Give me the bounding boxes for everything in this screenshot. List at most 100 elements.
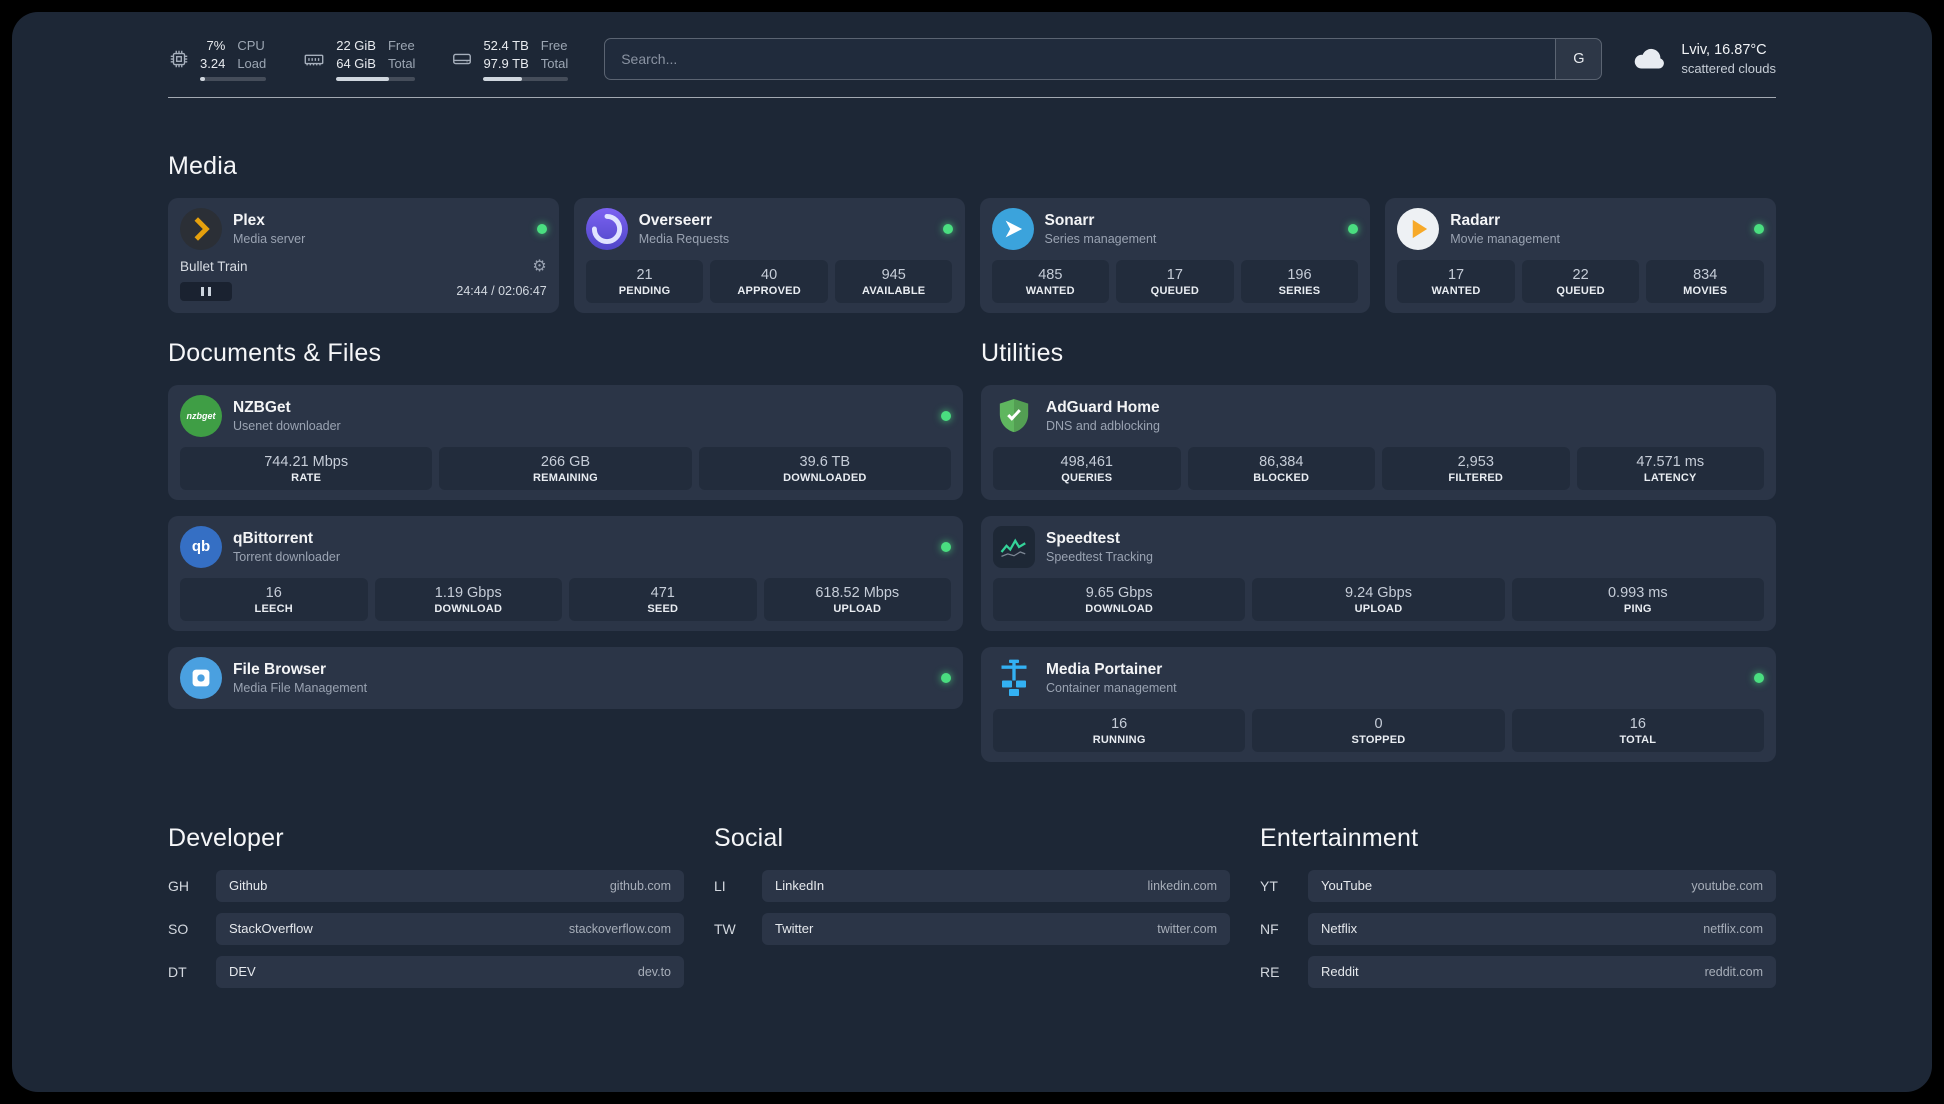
stat-label: RUNNING xyxy=(1092,733,1146,746)
app-name: qBittorrent xyxy=(233,529,314,547)
stat-value: 2,953 xyxy=(1457,453,1494,470)
stat-label: UPLOAD xyxy=(833,602,882,615)
app-subtitle: Movie management xyxy=(1450,231,1561,246)
stat-value: 1.19 Gbps xyxy=(434,584,502,601)
bookmark-abbr: GH xyxy=(168,877,189,894)
card-plex: Plex Media server Bullet Train ⚙ 24:44 /… xyxy=(168,197,559,313)
gear-icon[interactable]: ⚙ xyxy=(532,258,546,275)
stat-value: 744.21 Mbps xyxy=(264,453,349,470)
app-subtitle: Usenet downloader xyxy=(233,418,341,433)
cpu-load-label: Load xyxy=(237,55,267,71)
app-link-overseerr[interactable]: Overseerr Media Requests xyxy=(585,207,953,250)
bookmark-row: LI LinkedIn linkedin.com xyxy=(714,869,1230,902)
bookmark-domain: twitter.com xyxy=(1157,921,1217,936)
disk-icon xyxy=(451,48,473,70)
stat-value: 834 xyxy=(1693,266,1718,283)
bookmark-abbr: RE xyxy=(1260,963,1280,980)
filebrowser-icon xyxy=(180,656,222,699)
stat-tile: 0 STOPPED xyxy=(1252,708,1505,752)
card-nzbget: nzbget NZBGet Usenet downloader 744.21 M… xyxy=(168,384,963,500)
bookmark-domain: github.com xyxy=(609,878,671,893)
stat-label: PENDING xyxy=(618,284,671,297)
bookmark-link-twitter[interactable]: Twitter twitter.com xyxy=(762,912,1230,945)
stat-label: APPROVED xyxy=(737,284,801,297)
bookmark-link-stackoverflow[interactable]: StackOverflow stackoverflow.com xyxy=(216,912,684,945)
app-subtitle: DNS and adblocking xyxy=(1046,418,1160,433)
stat-label: DOWNLOAD xyxy=(1085,602,1154,615)
stat-tile: 945 AVAILABLE xyxy=(834,259,953,303)
bookmark-name: Twitter xyxy=(775,921,814,937)
app-link-speedtest[interactable]: Speedtest Speedtest Tracking xyxy=(993,525,1764,568)
app-subtitle: Media server xyxy=(233,231,306,246)
documents-column: Documents & Files nzbget NZBGet Usenet d… xyxy=(168,339,963,762)
stat-label: LATENCY xyxy=(1643,471,1697,484)
qbittorrent-icon: qb xyxy=(180,525,222,568)
bookmark-link-github[interactable]: Github github.com xyxy=(216,869,684,902)
bookmark-domain: dev.to xyxy=(637,964,671,979)
disk-total-label: Total xyxy=(540,55,569,71)
stat-value: 17 xyxy=(1447,266,1465,283)
stats-row: 744.21 Mbps RATE 266 GB REMAINING 39.6 T… xyxy=(180,446,951,490)
bookmark-link-dev[interactable]: DEV dev.to xyxy=(216,955,684,988)
card-filebrowser: File Browser Media File Management xyxy=(168,646,963,709)
stat-value: 86,384 xyxy=(1259,453,1304,470)
status-dot xyxy=(1348,223,1359,234)
stat-value: 618.52 Mbps xyxy=(815,584,900,601)
bookmark-row: DT DEV dev.to xyxy=(168,955,684,988)
bookmark-name: Reddit xyxy=(1321,964,1359,980)
bookmark-name: YouTube xyxy=(1321,878,1373,894)
stat-tile: 744.21 Mbps RATE xyxy=(180,446,433,490)
bookmark-link-linkedin[interactable]: LinkedIn linkedin.com xyxy=(762,869,1230,902)
app-meta: Sonarr Series management xyxy=(1045,212,1157,246)
utilities-column: Utilities AdGuard Home DNS and adblockin… xyxy=(981,339,1776,762)
stats-row: 16 LEECH 1.19 Gbps DOWNLOAD 471 SEED 618… xyxy=(180,577,951,621)
app-link-plex[interactable]: Plex Media server xyxy=(180,207,547,250)
stat-label: BLOCKED xyxy=(1253,471,1310,484)
search-bar: G xyxy=(604,38,1603,81)
bookmark-abbr: SO xyxy=(168,920,189,937)
stat-value: 485 xyxy=(1038,266,1063,283)
app-link-radarr[interactable]: Radarr Movie management xyxy=(1397,207,1764,250)
app-link-adguard[interactable]: AdGuard Home DNS and adblocking xyxy=(993,395,1764,437)
disk-widget: 52.4 TB Free 97.9 TB Total xyxy=(451,38,569,81)
stat-value: 16 xyxy=(1629,715,1646,732)
stat-label: TOTAL xyxy=(1619,733,1657,746)
app-link-nzbget[interactable]: nzbget NZBGet Usenet downloader xyxy=(180,394,951,437)
search-input[interactable] xyxy=(605,39,1556,80)
app-name: AdGuard Home xyxy=(1046,398,1160,416)
app-subtitle: Media Requests xyxy=(638,231,730,246)
bookmark-link-netflix[interactable]: Netflix netflix.com xyxy=(1308,912,1776,945)
cpu-load-value: 3.24 xyxy=(200,55,226,71)
stats-row: 21 PENDING 40 APPROVED 945 AVAILABLE xyxy=(585,259,953,303)
stat-value: 47.571 ms xyxy=(1636,453,1705,470)
pause-button[interactable] xyxy=(180,281,232,301)
app-link-qbittorrent[interactable]: qb qBittorrent Torrent downloader xyxy=(180,525,951,568)
weather-text: Lviv, 16.87°C scattered clouds xyxy=(1681,41,1776,78)
stat-label: FILTERED xyxy=(1448,471,1504,484)
memory-total-label: Total xyxy=(387,55,416,71)
app-link-portainer[interactable]: Media Portainer Container management xyxy=(993,657,1764,699)
stats-row: 17 WANTED 22 QUEUED 834 MOVIES xyxy=(1397,259,1764,303)
weather-condition: scattered clouds xyxy=(1681,61,1776,77)
bookmark-link-reddit[interactable]: Reddit reddit.com xyxy=(1308,955,1776,988)
stat-label: QUEUED xyxy=(1556,284,1605,297)
bookmark-link-youtube[interactable]: YouTube youtube.com xyxy=(1308,869,1776,902)
cpu-usage-value: 7% xyxy=(206,38,226,53)
search-provider-button[interactable]: G xyxy=(1555,39,1602,80)
card-radarr: Radarr Movie management 17 WANTED 22 QUE… xyxy=(1385,197,1776,313)
stat-label: QUERIES xyxy=(1061,471,1113,484)
disk-progress-fill xyxy=(483,76,523,81)
stat-value: 196 xyxy=(1287,266,1312,283)
resource-widgets: 7% CPU 3.24 Load 22 GiB Free 64 GiB Tota… xyxy=(168,38,569,81)
app-link-filebrowser[interactable]: File Browser Media File Management xyxy=(180,656,951,699)
bookmark-domain: reddit.com xyxy=(1704,964,1763,979)
now-playing-title: Bullet Train xyxy=(180,259,248,275)
memory-readout: 22 GiB Free 64 GiB Total xyxy=(336,38,416,81)
memory-free-value: 22 GiB xyxy=(336,38,376,53)
status-dot xyxy=(536,223,547,234)
radarr-icon xyxy=(1397,207,1440,250)
app-link-sonarr[interactable]: Sonarr Series management xyxy=(991,207,1359,250)
bookmark-domain: youtube.com xyxy=(1691,878,1763,893)
stat-value: 16 xyxy=(265,584,282,601)
memory-progress-fill xyxy=(336,76,389,81)
